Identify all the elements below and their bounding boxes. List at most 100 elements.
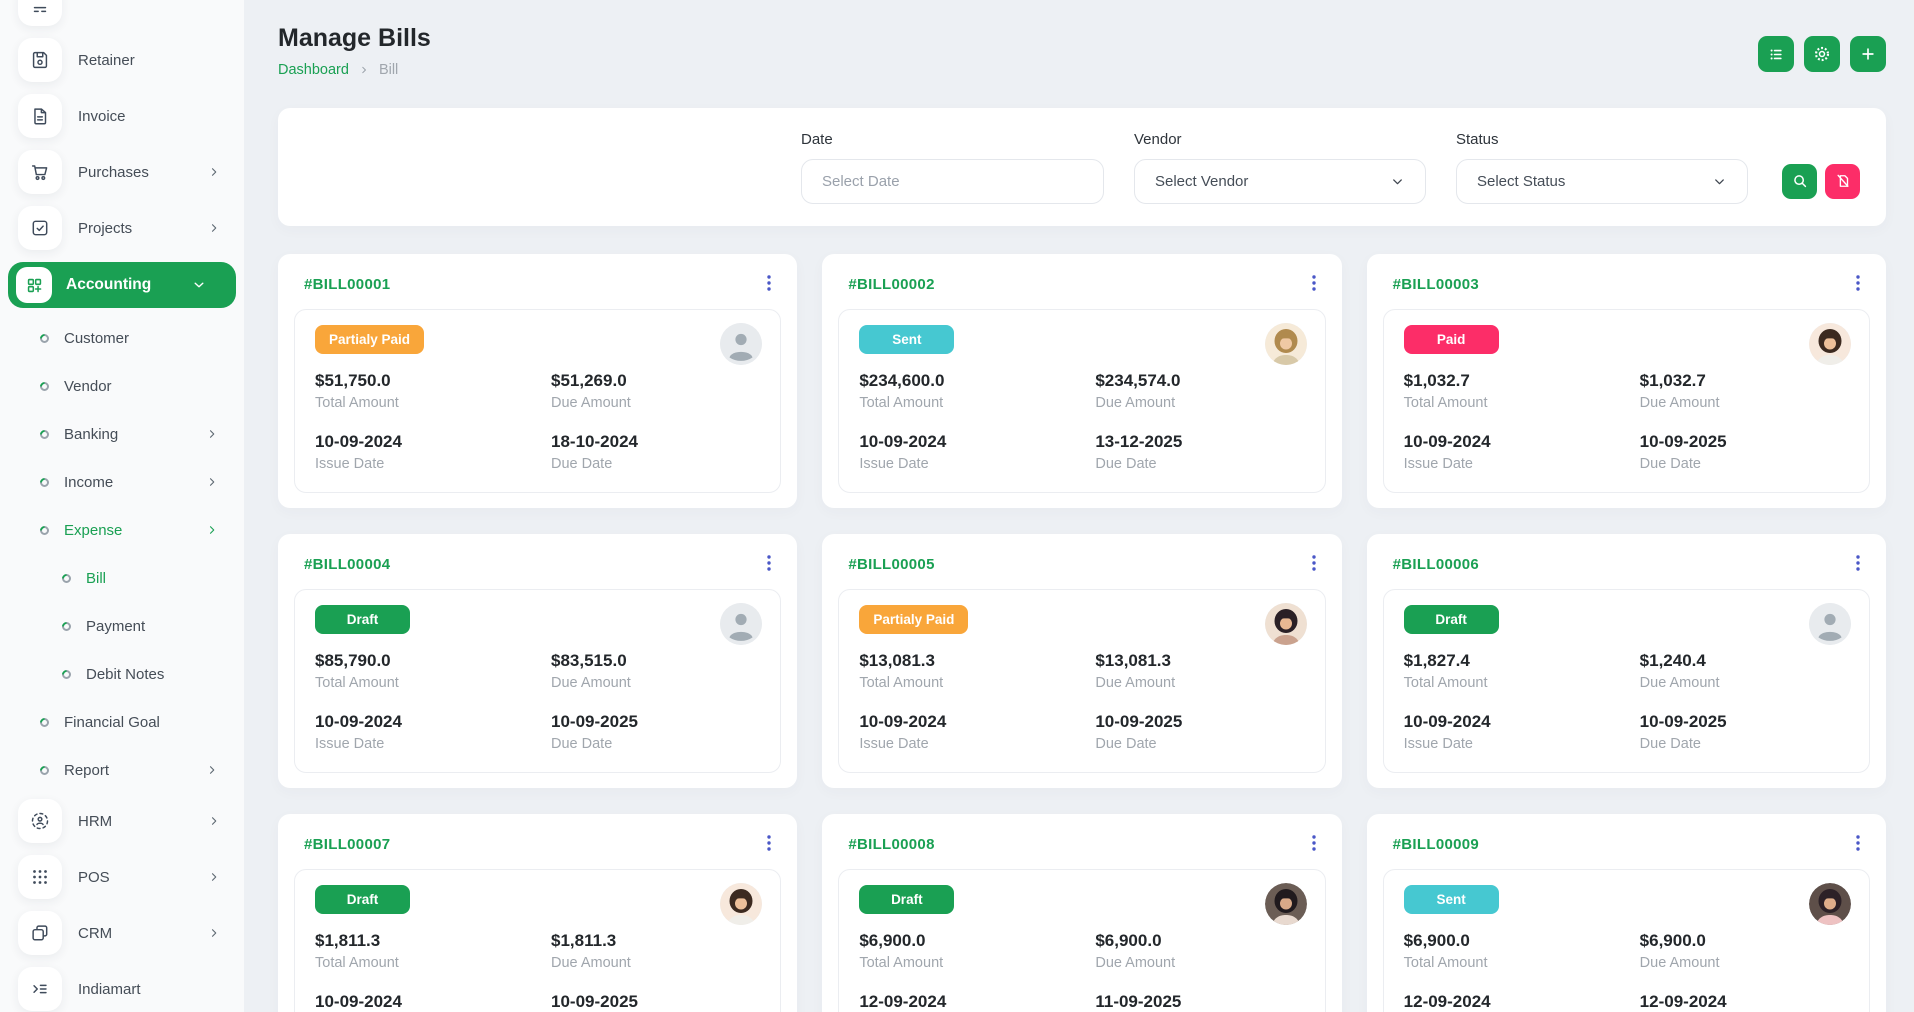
- bill-card-header: #BILL00007: [278, 814, 797, 869]
- sidebar-subitem-label: Expense: [64, 522, 122, 539]
- apply-filter-button[interactable]: [1782, 164, 1817, 199]
- chevron-right-icon: [206, 764, 218, 776]
- sidebar-item-label: Accounting: [66, 276, 192, 294]
- card-menu-button[interactable]: [761, 833, 777, 856]
- status-badge: Draft: [1404, 605, 1499, 634]
- bill-number-link[interactable]: #BILL00002: [848, 276, 934, 293]
- sidebar-item-purchases[interactable]: Purchases: [18, 150, 234, 194]
- issue-date-label: Issue Date: [1404, 456, 1640, 472]
- sidebar-subitem[interactable]: Income: [0, 458, 244, 506]
- sidebar-subitem[interactable]: Report: [0, 746, 244, 794]
- issue-date-block: 10-09-2024 Issue Date: [859, 432, 1095, 472]
- bill-card-body: Sent: [838, 309, 1325, 493]
- total-amount-block: $13,081.3 Total Amount: [859, 651, 1095, 691]
- card-menu-button[interactable]: [1850, 833, 1866, 856]
- bill-card-body: Draft: [1383, 589, 1870, 773]
- crm-icon: [18, 911, 62, 955]
- bill-number-link[interactable]: #BILL00003: [1393, 276, 1479, 293]
- card-menu-button[interactable]: [1306, 273, 1322, 296]
- due-date-label: Due Date: [1095, 456, 1304, 472]
- issue-date-block: 10-09-2024 Issue Date: [315, 432, 551, 472]
- profile-photo: [720, 883, 762, 925]
- issue-date-block: 12-09-2024 Issue Date: [1404, 992, 1640, 1012]
- due-date-label: Due Date: [1640, 736, 1849, 752]
- bill-number-link[interactable]: #BILL00009: [1393, 836, 1479, 853]
- breadcrumb-dashboard-link[interactable]: Dashboard: [278, 62, 349, 78]
- sidebar-subitem[interactable]: Banking: [0, 410, 244, 458]
- issue-date-block: 10-09-2024 Issue Date: [859, 712, 1095, 752]
- due-date-block: 10-09-2025 Due Date: [551, 712, 760, 752]
- chevron-right-icon: [206, 524, 218, 536]
- sidebar-item-partial[interactable]: [18, 0, 234, 26]
- due-date-value: 10-09-2025: [1095, 712, 1304, 732]
- avatar: [1809, 323, 1851, 365]
- avatar: [1265, 603, 1307, 645]
- due-amount-label: Due Amount: [1640, 395, 1849, 411]
- total-amount-value: $1,827.4: [1404, 651, 1640, 671]
- bill-card: #BILL00008 Draft: [822, 814, 1341, 1012]
- card-menu-button[interactable]: [761, 273, 777, 296]
- sidebar-item-indiamart[interactable]: Indiamart: [18, 967, 234, 1011]
- issue-date-value: 10-09-2024: [315, 712, 551, 732]
- status-badge: Partialy Paid: [859, 605, 968, 634]
- chevron-right-icon: [206, 476, 218, 488]
- due-amount-block: $6,900.0 Due Amount: [1095, 931, 1304, 971]
- status-badge: Draft: [315, 605, 410, 634]
- sidebar-item-crm[interactable]: CRM: [18, 911, 234, 955]
- submenu-bullet-icon: [38, 476, 51, 489]
- bill-number-link[interactable]: #BILL00008: [848, 836, 934, 853]
- sidebar-item-label: CRM: [78, 925, 208, 942]
- total-amount-label: Total Amount: [859, 675, 1095, 691]
- dots-vertical-icon: [1856, 555, 1860, 571]
- due-amount-label: Due Amount: [1095, 395, 1304, 411]
- total-amount-block: $85,790.0 Total Amount: [315, 651, 551, 691]
- sidebar-subitem[interactable]: Bill: [0, 554, 244, 602]
- card-menu-button[interactable]: [1306, 833, 1322, 856]
- bill-number-link[interactable]: #BILL00004: [304, 556, 390, 573]
- sidebar-item-invoice[interactable]: Invoice: [18, 94, 234, 138]
- due-amount-value: $6,900.0: [1640, 931, 1849, 951]
- sidebar-item-pos[interactable]: POS: [18, 855, 234, 899]
- card-menu-button[interactable]: [761, 553, 777, 576]
- sidebar-subitem[interactable]: Debit Notes: [0, 650, 244, 698]
- card-menu-button[interactable]: [1850, 273, 1866, 296]
- bill-number-link[interactable]: #BILL00006: [1393, 556, 1479, 573]
- bill-number-link[interactable]: #BILL00005: [848, 556, 934, 573]
- status-select[interactable]: Select Status: [1456, 159, 1748, 204]
- due-date-block: 10-09-2025 Due Date: [1640, 432, 1849, 472]
- sidebar-item-accounting[interactable]: Accounting: [8, 262, 236, 308]
- sidebar-subitem[interactable]: Expense: [0, 506, 244, 554]
- bill-number-link[interactable]: #BILL00001: [304, 276, 390, 293]
- due-amount-value: $234,574.0: [1095, 371, 1304, 391]
- sidebar-subitem[interactable]: Payment: [0, 602, 244, 650]
- dots-vertical-icon: [767, 275, 771, 291]
- bills-grid: #BILL00001 Partialy Paid: [278, 254, 1886, 1012]
- total-amount-value: $1,032.7: [1404, 371, 1640, 391]
- clear-filter-button[interactable]: [1825, 164, 1860, 199]
- due-date-label: Due Date: [551, 456, 760, 472]
- date-input[interactable]: [801, 159, 1104, 204]
- person-placeholder-icon: [720, 603, 762, 645]
- chevron-right-icon: [206, 428, 218, 440]
- vendor-select[interactable]: Select Vendor: [1134, 159, 1426, 204]
- issue-date-block: 10-09-2024 Issue Date: [1404, 432, 1640, 472]
- card-menu-button[interactable]: [1306, 553, 1322, 576]
- avatar: [1265, 323, 1307, 365]
- header-actions: [1758, 36, 1886, 72]
- sidebar-item-projects[interactable]: Projects: [18, 206, 234, 250]
- sidebar-subitem[interactable]: Customer: [0, 314, 244, 362]
- issue-date-value: 10-09-2024: [859, 432, 1095, 452]
- settings-button[interactable]: [1804, 36, 1840, 72]
- sidebar-subitem[interactable]: Financial Goal: [0, 698, 244, 746]
- sidebar-item-label: HRM: [78, 813, 208, 830]
- bill-values: $51,750.0 Total Amount $51,269.0 Due Amo…: [315, 371, 760, 472]
- page-title: Manage Bills: [278, 24, 431, 53]
- issue-date-label: Issue Date: [859, 456, 1095, 472]
- sidebar-item-hrm[interactable]: HRM: [18, 799, 234, 843]
- card-menu-button[interactable]: [1850, 553, 1866, 576]
- list-view-button[interactable]: [1758, 36, 1794, 72]
- bill-number-link[interactable]: #BILL00007: [304, 836, 390, 853]
- add-bill-button[interactable]: [1850, 36, 1886, 72]
- sidebar-item-retainer[interactable]: Retainer: [18, 38, 234, 82]
- sidebar-subitem[interactable]: Vendor: [0, 362, 244, 410]
